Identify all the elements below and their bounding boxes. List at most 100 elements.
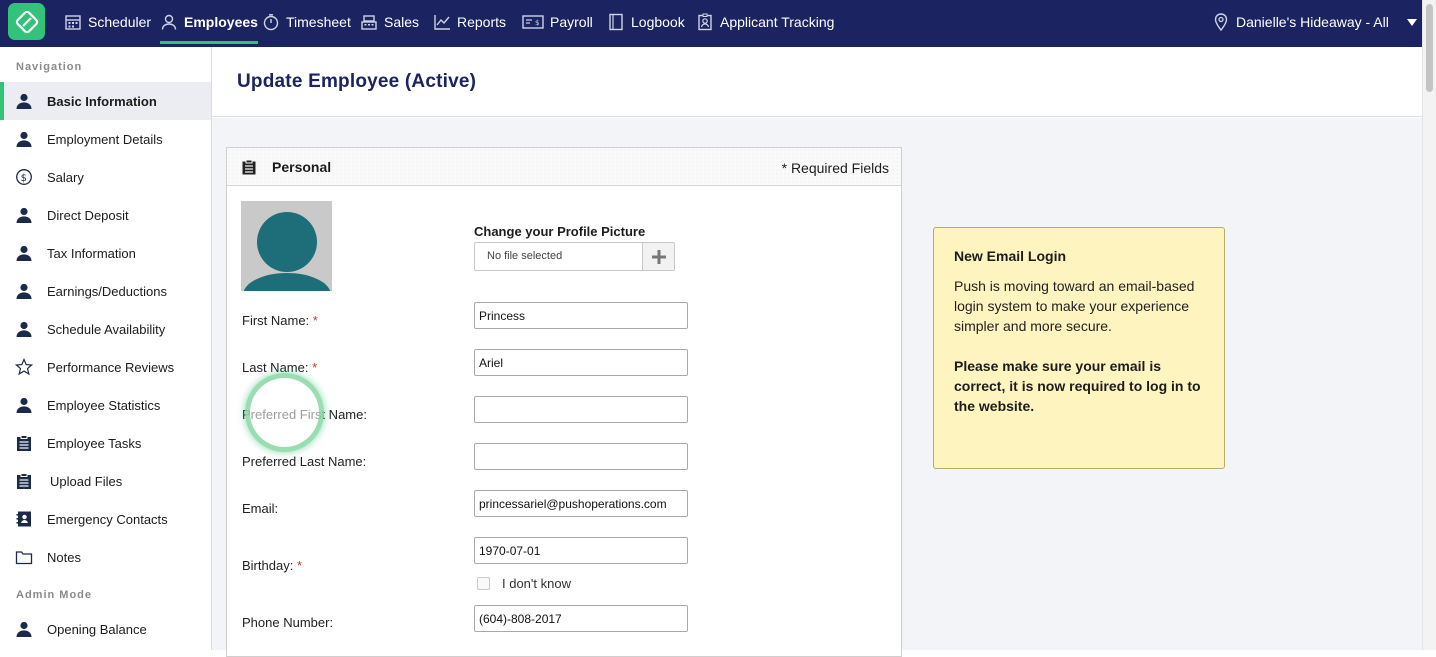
sidebar-item-employee-tasks[interactable]: Employee Tasks <box>0 424 211 462</box>
sidebar-item-salary[interactable]: $ Salary <box>0 158 211 196</box>
folder-icon <box>0 548 47 566</box>
bill-icon: $ <box>522 15 544 29</box>
panel-title: Personal <box>272 159 332 175</box>
nav-scheduler[interactable]: Scheduler <box>64 0 151 44</box>
sidebar-item-label: Direct Deposit <box>47 207 129 223</box>
dollar-circle-icon: $ <box>0 168 47 186</box>
nav-label: Applicant Tracking <box>720 14 835 30</box>
sidebar-item-label: Basic Information <box>47 93 157 109</box>
email-label: Email: <box>242 501 279 516</box>
sidebar-item-label: Salary <box>47 169 84 185</box>
file-status: No file selected <box>487 250 563 262</box>
app-logo[interactable] <box>8 3 45 40</box>
last-name-label: Last Name: * <box>242 360 318 375</box>
user-icon <box>0 396 47 414</box>
clipboard-icon <box>0 472 47 490</box>
user-icon <box>0 244 47 262</box>
location-label: Danielle's Hideaway - All <box>1236 14 1389 30</box>
user-icon <box>0 206 47 224</box>
svg-text:$: $ <box>535 19 539 27</box>
book-icon <box>609 13 623 31</box>
nav-payroll[interactable]: $ Payroll <box>522 0 593 44</box>
profile-picture-file-input[interactable]: No file selected <box>474 242 675 271</box>
profile-picture-label: Change your Profile Picture <box>474 224 646 239</box>
sidebar-item-employee-statistics[interactable]: Employee Statistics <box>0 386 211 424</box>
sidebar-item-label: Employee Tasks <box>47 435 142 451</box>
sidebar-item-label: Opening Balance <box>47 621 147 637</box>
sidebar-item-notes[interactable]: Notes <box>0 538 211 576</box>
preferred-first-name-label: Preferred First Name: <box>242 407 367 422</box>
sidebar-item-label: Schedule Availability <box>47 321 166 337</box>
sidebar-item-basic-information[interactable]: Basic Information <box>0 82 211 120</box>
nav-label: Timesheet <box>286 14 351 30</box>
notice-emphasis: Please make sure your email is correct, … <box>954 358 1201 414</box>
nav-label: Employees <box>184 14 258 30</box>
page-scrollbar[interactable] <box>1422 0 1436 650</box>
preferred-last-name-field[interactable] <box>474 443 688 470</box>
first-name-field[interactable] <box>474 302 688 329</box>
nav-timesheet[interactable]: Timesheet <box>262 0 351 44</box>
nav-label: Payroll <box>550 14 593 30</box>
email-field[interactable] <box>474 490 688 517</box>
star-icon <box>0 358 47 376</box>
nav-sales[interactable]: Sales <box>360 0 419 44</box>
last-name-field[interactable] <box>474 349 688 376</box>
plus-icon <box>651 249 666 264</box>
map-pin-icon <box>1214 13 1228 31</box>
phone-field[interactable] <box>474 605 688 632</box>
svg-text:$: $ <box>20 173 26 184</box>
logo-icon <box>15 10 38 33</box>
profile-avatar <box>241 201 332 291</box>
phone-label: Phone Number: <box>242 615 334 630</box>
nav-label: Reports <box>457 14 507 30</box>
dont-know-label: I don't know <box>502 576 571 591</box>
user-icon <box>0 92 47 110</box>
sidebar-item-direct-deposit[interactable]: Direct Deposit <box>0 196 211 234</box>
top-navbar: Scheduler Employees Timesheet Sales Repo… <box>0 0 1422 47</box>
sidebar-heading-navigation: Navigation <box>16 61 83 73</box>
sidebar-item-label: Employment Details <box>47 131 163 147</box>
first-name-label: First Name: * <box>242 313 318 328</box>
nav-label: Scheduler <box>88 14 152 30</box>
badge-icon <box>698 13 712 31</box>
nav-employees[interactable]: Employees <box>160 0 258 44</box>
sidebar-item-label: Earnings/Deductions <box>47 283 167 299</box>
user-icon <box>0 620 47 638</box>
sidebar-item-employment-details[interactable]: Employment Details <box>0 120 211 158</box>
chevron-down-icon <box>1406 18 1417 26</box>
stopwatch-icon <box>263 14 279 31</box>
required-fields-note: * Required Fields <box>781 160 889 176</box>
sidebar-item-label: Upload Files <box>50 473 123 489</box>
sidebar-item-schedule-availability[interactable]: Schedule Availability <box>0 310 211 348</box>
sidebar-item-label: Performance Reviews <box>47 359 175 375</box>
add-file-button[interactable] <box>642 243 674 270</box>
sidebar-item-performance-reviews[interactable]: Performance Reviews <box>0 348 211 386</box>
birthday-label: Birthday: * <box>242 558 302 573</box>
location-selector[interactable]: Danielle's Hideaway - All <box>1214 0 1417 44</box>
birthday-field[interactable] <box>474 537 688 564</box>
cash-register-icon <box>361 15 377 30</box>
calendar-icon <box>65 15 81 30</box>
nav-logbook[interactable]: Logbook <box>607 0 685 44</box>
sidebar-heading-admin: Admin Mode <box>16 589 92 601</box>
scrollbar-thumb[interactable] <box>1426 4 1433 92</box>
preferred-first-name-field[interactable] <box>474 396 688 423</box>
sidebar-item-opening-balance[interactable]: Opening Balance <box>0 610 211 648</box>
line-chart-icon <box>434 15 450 30</box>
user-icon <box>0 130 47 148</box>
contact-book-icon <box>0 510 47 528</box>
user-icon <box>0 320 47 338</box>
sidebar-item-tax-information[interactable]: Tax Information <box>0 234 211 272</box>
sidebar-item-upload-files[interactable]: Upload Files <box>0 462 211 500</box>
notice-title: New Email Login <box>954 248 1067 264</box>
main-header: Update Employee (Active) <box>212 47 1422 117</box>
sidebar-item-label: Notes <box>47 549 81 565</box>
avatar-placeholder-icon <box>243 212 331 291</box>
nav-applicant-tracking[interactable]: Applicant Tracking <box>696 0 834 44</box>
nav-reports[interactable]: Reports <box>433 0 506 44</box>
clipboard-icon <box>0 434 47 452</box>
preferred-last-name-label: Preferred Last Name: <box>242 454 367 469</box>
sidebar-item-emergency-contacts[interactable]: Emergency Contacts <box>0 500 211 538</box>
sidebar-item-earnings-deductions[interactable]: Earnings/Deductions <box>0 272 211 310</box>
dont-know-checkbox[interactable] <box>477 577 490 590</box>
